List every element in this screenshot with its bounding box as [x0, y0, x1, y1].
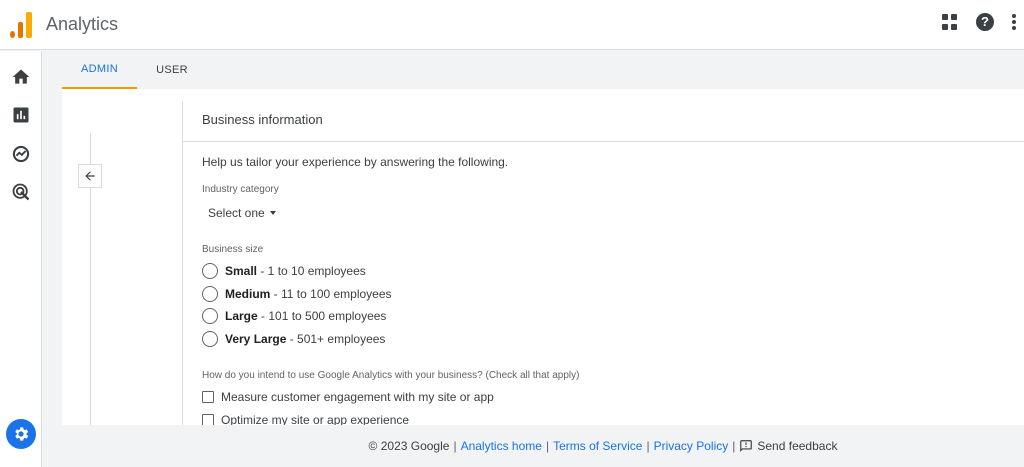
page-title: Business information	[202, 112, 323, 127]
home-icon[interactable]	[11, 67, 31, 87]
usage-option-label: Optimize my site or app experience	[221, 413, 410, 425]
caret-down-icon	[269, 211, 276, 215]
left-nav-rail	[0, 51, 42, 467]
radio-button[interactable]	[202, 263, 218, 279]
business-size-label: Business size	[202, 244, 264, 255]
industry-category-label: Industry category	[202, 184, 279, 195]
size-option-large[interactable]: Large - 101 to 500 employees	[202, 307, 386, 325]
footer-separator: |	[732, 439, 736, 453]
explore-icon[interactable]	[11, 144, 31, 164]
size-option-very-large[interactable]: Very Large - 501+ employees	[202, 330, 385, 348]
size-option-range: - 101 to 500 employees	[257, 309, 387, 323]
top-app-bar: Analytics ?	[0, 0, 1024, 50]
size-option-medium[interactable]: Medium - 11 to 100 employees	[202, 285, 392, 303]
more-vert-icon[interactable]	[1012, 14, 1016, 30]
size-option-name: Small	[225, 264, 258, 278]
analytics-home-link[interactable]: Analytics home	[461, 439, 542, 453]
privacy-policy-link[interactable]: Privacy Policy	[654, 439, 729, 453]
radio-button[interactable]	[202, 331, 218, 347]
radio-button[interactable]	[202, 308, 218, 324]
footer-separator: |	[545, 439, 550, 453]
industry-category-select[interactable]: Select one	[208, 206, 276, 220]
size-option-range: - 501+ employees	[286, 332, 386, 346]
checkbox[interactable]	[202, 391, 214, 403]
admin-user-tabs: ADMIN USER	[62, 51, 1024, 89]
usage-question-label: How do you intend to use Google Analytic…	[202, 370, 580, 381]
size-option-range: - 1 to 10 employees	[257, 264, 366, 278]
usage-option-engagement[interactable]: Measure customer engagement with my site…	[202, 389, 494, 405]
advertising-icon[interactable]	[11, 182, 31, 202]
radio-button[interactable]	[202, 286, 218, 302]
size-option-name: Large	[225, 309, 258, 323]
apps-icon[interactable]	[942, 14, 958, 30]
panel-header: Business information	[183, 101, 1024, 142]
help-icon[interactable]: ?	[976, 13, 994, 31]
back-button[interactable]	[78, 164, 102, 188]
usage-option-optimize[interactable]: Optimize my site or app experience	[202, 412, 409, 425]
size-option-name: Very Large	[225, 332, 287, 346]
feedback-icon	[740, 440, 753, 452]
copyright-text: © 2023 Google	[368, 439, 450, 453]
footer-separator: |	[453, 439, 457, 453]
app-title[interactable]: Analytics	[46, 14, 118, 35]
size-option-name: Medium	[225, 287, 271, 301]
footer-separator: |	[646, 439, 650, 453]
checkbox[interactable]	[202, 414, 214, 425]
terms-of-service-link[interactable]: Terms of Service	[553, 439, 642, 453]
reports-icon[interactable]	[11, 105, 31, 125]
usage-option-label: Measure customer engagement with my site…	[221, 390, 494, 404]
business-info-card: Business information Help us tailor your…	[62, 89, 1024, 425]
page-footer: © 2023 Google | Analytics home | Terms o…	[42, 425, 1024, 467]
arrow-back-icon	[85, 171, 95, 181]
panel-divider	[182, 101, 183, 425]
size-option-small[interactable]: Small - 1 to 10 employees	[202, 262, 366, 280]
intro-text: Help us tailor your experience by answer…	[202, 155, 509, 169]
analytics-logo-icon[interactable]	[10, 12, 32, 38]
tab-admin[interactable]: ADMIN	[62, 51, 137, 89]
size-option-range: - 11 to 100 employees	[270, 287, 392, 301]
send-feedback-label: Send feedback	[757, 439, 838, 453]
settings-button[interactable]	[6, 419, 36, 449]
settings-icon	[15, 427, 29, 441]
industry-select-value: Select one	[208, 206, 265, 220]
send-feedback-button[interactable]: Send feedback	[739, 439, 837, 453]
tab-user[interactable]: USER	[142, 51, 202, 89]
